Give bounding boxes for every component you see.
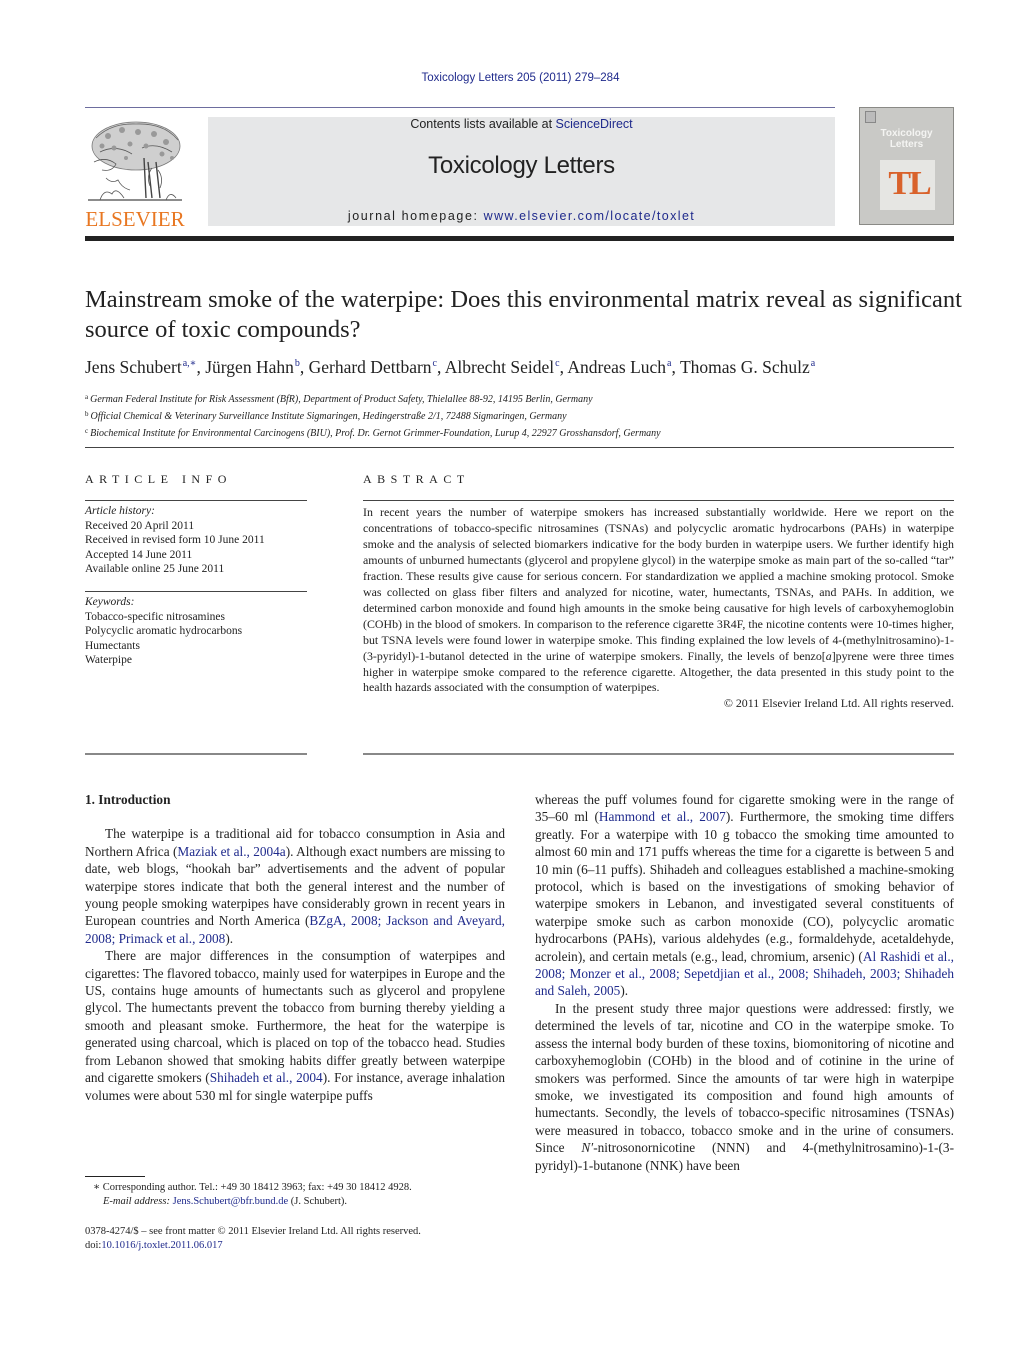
author: Jens Schuberta,∗ <box>85 357 197 377</box>
keywords-label: Keywords: <box>85 596 135 608</box>
elsevier-wordmark: ELSEVIER <box>85 207 185 231</box>
cover-title: Toxicology Letters <box>860 128 953 150</box>
paragraph: whereas the puff volumes found for cigar… <box>535 792 955 999</box>
article-history-label: Article history: <box>85 505 155 517</box>
doi-line: doi:10.1016/j.toxlet.2011.06.017 <box>85 1240 223 1251</box>
affiliations: a German Federal Institute for Risk Asses… <box>85 390 965 441</box>
cover-title-line1: Toxicology <box>880 128 933 139</box>
affiliation: c Biochemical Institute for Environmental… <box>85 427 661 439</box>
paragraph: In the present study three major questio… <box>535 1000 954 1173</box>
journal-title: Toxicology Letters <box>428 152 615 179</box>
history-item: Received 20 April 2011 <box>85 519 195 532</box>
header-rule <box>85 107 835 108</box>
masthead-thick-rule <box>85 236 954 241</box>
author: Albrecht Seidelc <box>444 357 560 377</box>
corresponding-author: ∗ Corresponding author. Tel.: +49 30 184… <box>93 1182 412 1193</box>
abstract-rule <box>363 500 954 501</box>
article-info-bottom-rule <box>85 753 307 755</box>
abstract-copyright: © 2011 Elsevier Ireland Ltd. All rights … <box>723 696 954 711</box>
author-affiliation-link[interactable]: a,∗ <box>183 358 197 369</box>
section-heading-introduction: 1. Introduction <box>85 792 171 807</box>
doi-link[interactable]: 10.1016/j.toxlet.2011.06.017 <box>101 1240 222 1251</box>
journal-citation[interactable]: Toxicology Letters 205 (2011) 279–284 <box>0 72 1021 84</box>
abstract-body: In recent years the number of waterpipe … <box>363 505 954 711</box>
abstract-bottom-rule <box>363 753 954 755</box>
elsevier-tree-icon <box>88 121 182 201</box>
contents-line: Contents lists available at ScienceDirec… <box>208 117 835 131</box>
body-left-column: 1. Introduction The waterpipe is a tradi… <box>85 791 505 1104</box>
homepage-prefix: journal homepage: <box>347 209 484 223</box>
corresponding-author-footnote: ∗ Corresponding author. Tel.: +49 30 184… <box>93 1181 513 1209</box>
issn-line: 0378-4274/$ – see front matter © 2011 El… <box>85 1226 421 1237</box>
author: Andreas Lucha <box>567 357 672 377</box>
article-history: Article history: Received 20 April 2011 … <box>85 504 307 577</box>
keyword: Humectants <box>85 639 140 652</box>
footnote-rule <box>85 1176 145 1177</box>
title-divider <box>85 447 954 448</box>
author-affiliation-link[interactable]: c <box>433 358 437 369</box>
keyword: Tobacco-specific nitrosamines <box>85 610 226 623</box>
homepage-link[interactable]: www.elsevier.com/locate/toxlet <box>484 209 696 223</box>
journal-cover-thumbnail[interactable]: Toxicology Letters TL <box>859 107 954 225</box>
keywords-rule <box>85 591 307 592</box>
author: Gerhard Dettbarnc <box>308 357 437 377</box>
author-affiliation-link[interactable]: a <box>811 358 815 369</box>
affiliation: a German Federal Institute for Risk Asses… <box>85 393 593 405</box>
paragraph: The waterpipe is a traditional aid for t… <box>85 826 505 946</box>
cover-title-line2: Letters <box>889 139 924 150</box>
article-info-heading: ARTICLE INFO <box>85 472 232 486</box>
author-affiliation-link[interactable]: b <box>295 358 300 369</box>
author-affiliation-link[interactable]: c <box>555 358 559 369</box>
contents-prefix: Contents lists available at <box>410 117 556 131</box>
elsevier-logo[interactable]: ELSEVIER <box>84 118 186 231</box>
author: Jürgen Hahnb <box>205 357 300 377</box>
paragraph: There are major differences in the consu… <box>85 948 505 1103</box>
article-title: Mainstream smoke of the waterpipe: Does … <box>85 286 962 343</box>
author-affiliation-link[interactable]: a <box>667 358 671 369</box>
author-list: Jens Schuberta,∗, Jürgen Hahnb, Gerhard … <box>85 357 816 377</box>
history-item: Available online 25 June 2011 <box>85 563 225 575</box>
keyword: Polycyclic aromatic hydrocarbons <box>85 625 243 637</box>
sciencedirect-link[interactable]: ScienceDirect <box>556 117 633 131</box>
body-right-column: whereas the puff volumes found for cigar… <box>535 791 954 1174</box>
cover-logo-icon <box>865 111 876 123</box>
citation-link[interactable]: Shihadeh et al., 2004 <box>210 1070 323 1085</box>
email-line: E-mail address: Jens.Schubert@bfr.bund.d… <box>103 1196 348 1207</box>
cover-monogram: TL <box>888 165 931 202</box>
citation-link[interactable]: Maziak et al., 2004a <box>177 844 285 859</box>
history-item: Received in revised form 10 June 2011 <box>85 534 265 546</box>
abstract-heading: ABSTRACT <box>363 472 470 486</box>
history-item: Accepted 14 June 2011 <box>85 548 193 561</box>
keyword: Waterpipe <box>85 654 132 666</box>
journal-homepage: journal homepage: www.elsevier.com/locat… <box>208 209 835 223</box>
front-matter: 0378-4274/$ – see front matter © 2011 El… <box>85 1225 515 1253</box>
author: Thomas G. Schulza <box>679 357 816 377</box>
email-link[interactable]: Jens.Schubert@bfr.bund.de <box>173 1196 289 1207</box>
affiliation: b Official Chemical & Veterinary Surveill… <box>85 410 567 422</box>
article-info-rule <box>85 500 307 501</box>
keywords: Keywords: Tobacco-specific nitrosamines … <box>85 595 307 668</box>
citation-link[interactable]: Hammond et al., 2007 <box>599 809 726 824</box>
